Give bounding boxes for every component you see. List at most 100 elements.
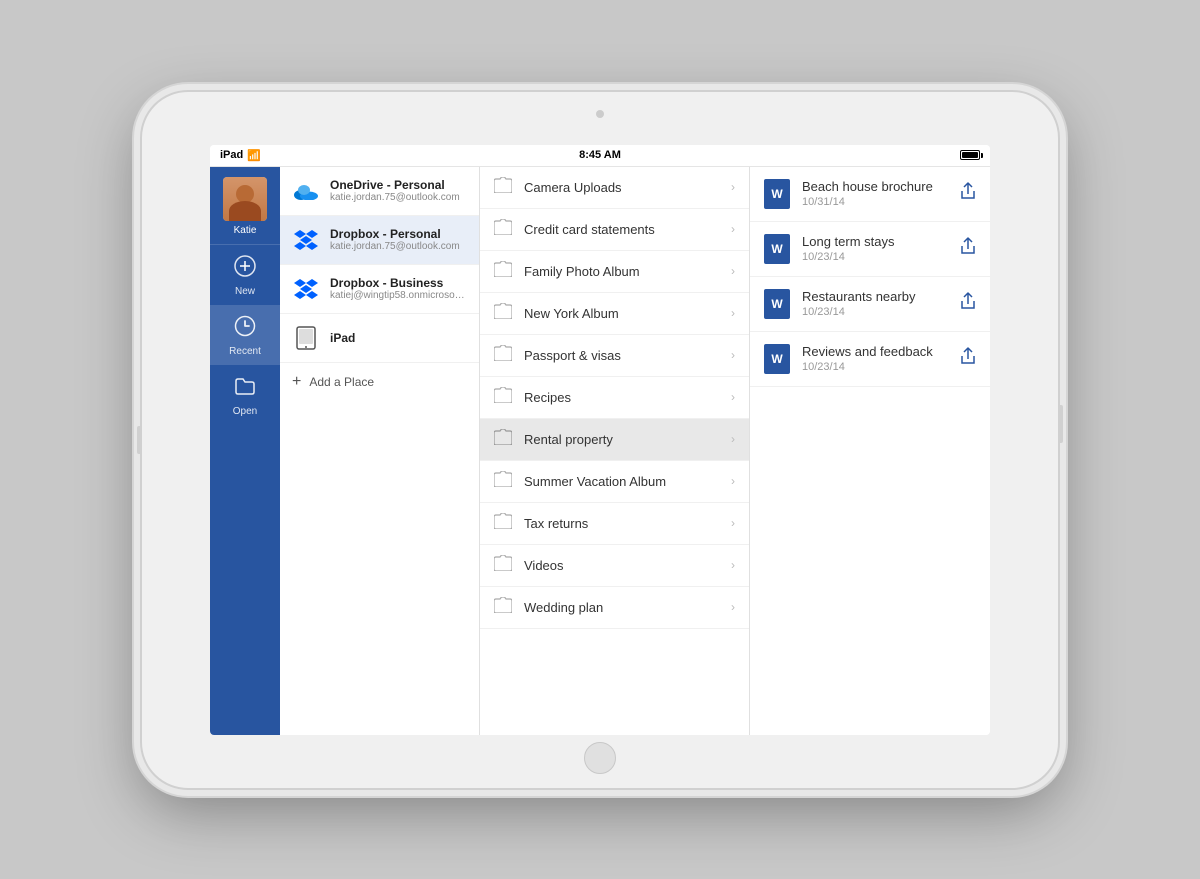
share-icon[interactable] xyxy=(960,292,976,315)
folder-icon xyxy=(494,555,512,576)
file-name: Long term stays xyxy=(802,234,948,249)
folder-recipes[interactable]: Recipes › xyxy=(480,377,749,419)
user-name: Katie xyxy=(234,225,257,236)
folder-name: Passport & visas xyxy=(524,348,719,363)
folder-icon xyxy=(494,219,512,240)
chevron-icon: › xyxy=(731,474,735,488)
file-name: Beach house brochure xyxy=(802,179,948,194)
dropbox-personal-icon xyxy=(292,226,320,254)
file-beach[interactable]: W Beach house brochure 10/31/14 xyxy=(750,167,990,222)
word-icon: W xyxy=(764,289,790,319)
user-profile[interactable]: Katie xyxy=(210,167,280,245)
folder-name: Rental property xyxy=(524,432,719,447)
folder-icon xyxy=(494,597,512,618)
folder-videos[interactable]: Videos › xyxy=(480,545,749,587)
new-label: New xyxy=(235,286,255,297)
files-panel: W Beach house brochure 10/31/14 xyxy=(750,167,990,735)
file-date: 10/23/14 xyxy=(802,251,948,263)
add-place[interactable]: + Add a Place xyxy=(280,363,479,401)
sidebar-nav: Katie New xyxy=(210,167,280,735)
ipad-icon xyxy=(292,324,320,352)
app-body: Katie New xyxy=(210,167,990,735)
account-email-dropbox-business: katiej@wingtip58.onmicrosoft.com xyxy=(330,290,467,301)
file-name: Restaurants nearby xyxy=(802,289,948,304)
file-info: Reviews and feedback 10/23/14 xyxy=(802,344,948,373)
power-button[interactable] xyxy=(1058,405,1063,443)
folder-credit-card[interactable]: Credit card statements › xyxy=(480,209,749,251)
share-icon[interactable] xyxy=(960,237,976,260)
account-onedrive-personal[interactable]: OneDrive - Personal katie.jordan.75@outl… xyxy=(280,167,479,216)
word-icon: W xyxy=(764,234,790,264)
file-long-term[interactable]: W Long term stays 10/23/14 xyxy=(750,222,990,277)
folder-rental[interactable]: Rental property › xyxy=(480,419,749,461)
folder-name: Credit card statements xyxy=(524,222,719,237)
account-dropbox-personal[interactable]: Dropbox - Personal katie.jordan.75@outlo… xyxy=(280,216,479,265)
new-icon xyxy=(234,255,256,283)
folder-family-photo[interactable]: Family Photo Album › xyxy=(480,251,749,293)
word-icon: W xyxy=(764,344,790,374)
ipad-label: iPad xyxy=(220,149,243,161)
time-display: 8:45 AM xyxy=(579,149,621,161)
folder-name: Camera Uploads xyxy=(524,180,719,195)
chevron-icon: › xyxy=(731,264,735,278)
account-info-onedrive: OneDrive - Personal katie.jordan.75@outl… xyxy=(330,178,467,203)
folder-icon xyxy=(494,177,512,198)
dropbox-business-icon xyxy=(292,275,320,303)
folder-icon xyxy=(494,261,512,282)
file-info: Long term stays 10/23/14 xyxy=(802,234,948,263)
account-dropbox-business[interactable]: Dropbox - Business katiej@wingtip58.onmi… xyxy=(280,265,479,314)
battery-icon xyxy=(960,150,980,160)
folder-name: Recipes xyxy=(524,390,719,405)
onedrive-icon xyxy=(292,177,320,205)
file-date: 10/31/14 xyxy=(802,196,948,208)
folder-icon xyxy=(494,345,512,366)
recent-icon xyxy=(234,315,256,343)
add-place-label: Add a Place xyxy=(309,375,374,389)
file-date: 10/23/14 xyxy=(802,306,948,318)
status-right xyxy=(960,150,980,160)
file-restaurants[interactable]: W Restaurants nearby 10/23/14 xyxy=(750,277,990,332)
folder-wedding[interactable]: Wedding plan › xyxy=(480,587,749,629)
avatar-image xyxy=(223,177,267,221)
folder-summer[interactable]: Summer Vacation Album › xyxy=(480,461,749,503)
chevron-icon: › xyxy=(731,222,735,236)
volume-button[interactable] xyxy=(137,426,142,454)
account-name-ipad: iPad xyxy=(330,331,467,345)
file-info: Beach house brochure 10/31/14 xyxy=(802,179,948,208)
front-camera xyxy=(596,110,604,118)
folders-panel: Camera Uploads › Credit card statements … xyxy=(480,167,750,735)
home-button[interactable] xyxy=(584,742,616,774)
folder-new-york[interactable]: New York Album › xyxy=(480,293,749,335)
chevron-icon: › xyxy=(731,390,735,404)
folder-name: Summer Vacation Album xyxy=(524,474,719,489)
folder-icon xyxy=(494,513,512,534)
sidebar-item-new[interactable]: New xyxy=(210,245,280,305)
account-ipad[interactable]: iPad xyxy=(280,314,479,363)
folder-camera-uploads[interactable]: Camera Uploads › xyxy=(480,167,749,209)
folder-icon xyxy=(494,471,512,492)
wifi-icon: 📶 xyxy=(247,149,261,162)
status-bar: iPad 📶 8:45 AM xyxy=(210,145,990,167)
account-name-dropbox-business: Dropbox - Business xyxy=(330,276,467,290)
folder-passport[interactable]: Passport & visas › xyxy=(480,335,749,377)
folder-name: New York Album xyxy=(524,306,719,321)
folder-icon xyxy=(494,303,512,324)
chevron-icon: › xyxy=(731,348,735,362)
sidebar-item-open[interactable]: Open xyxy=(210,365,280,425)
chevron-icon: › xyxy=(731,432,735,446)
folder-tax[interactable]: Tax returns › xyxy=(480,503,749,545)
share-icon[interactable] xyxy=(960,182,976,205)
status-left: iPad 📶 xyxy=(220,149,261,162)
account-email-onedrive: katie.jordan.75@outlook.com xyxy=(330,192,467,203)
chevron-icon: › xyxy=(731,600,735,614)
chevron-icon: › xyxy=(731,558,735,572)
add-icon: + xyxy=(292,373,301,391)
account-name-dropbox-personal: Dropbox - Personal xyxy=(330,227,467,241)
account-info-dropbox-business: Dropbox - Business katiej@wingtip58.onmi… xyxy=(330,276,467,301)
word-icon: W xyxy=(764,179,790,209)
folder-name: Tax returns xyxy=(524,516,719,531)
open-icon xyxy=(234,375,256,403)
sidebar-item-recent[interactable]: Recent xyxy=(210,305,280,365)
share-icon[interactable] xyxy=(960,347,976,370)
file-reviews[interactable]: W Reviews and feedback 10/23/14 xyxy=(750,332,990,387)
